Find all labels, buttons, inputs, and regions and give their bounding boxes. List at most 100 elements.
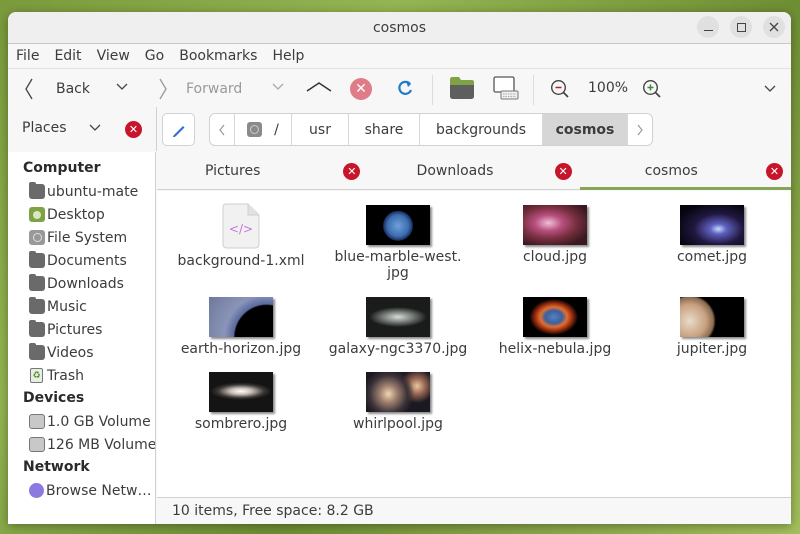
file-item[interactable]: </> background-1.xml [166,203,316,269]
breadcrumb-cosmos[interactable]: cosmos [543,114,628,145]
filesystem-icon [247,122,263,137]
edit-location-button[interactable] [162,113,195,146]
menu-help[interactable]: Help [272,48,304,64]
computer-button[interactable] [493,76,519,100]
tab-cosmos[interactable]: cosmos ✕ [579,152,791,190]
file-name: jupiter.jpg [676,341,748,357]
file-item[interactable]: helix-nebula.jpg [480,297,630,357]
file-item[interactable]: jupiter.jpg [637,297,787,357]
image-thumbnail [366,372,430,412]
menu-go[interactable]: Go [145,48,164,64]
breadcrumb-share[interactable]: share [349,114,420,145]
zoom-out-button[interactable] [550,79,570,99]
image-thumbnail [209,372,273,412]
stop-icon: ✕ [350,78,372,100]
file-item[interactable]: earth-horizon.jpg [166,297,316,357]
sidebar-item-label: ubuntu-mate [47,183,139,200]
breadcrumb-scroll-right[interactable] [628,114,652,145]
tab-downloads[interactable]: Downloads ✕ [368,152,579,189]
close-button[interactable] [763,16,785,38]
sidebar-item-music[interactable]: Music [8,295,155,318]
breadcrumb-label: cosmos [555,121,615,138]
close-sidebar-icon: ✕ [128,123,139,136]
zoom-level[interactable]: 100% [588,80,628,96]
computer-icon [493,76,519,100]
close-tab-button[interactable]: ✕ [765,163,783,180]
up-button[interactable] [306,81,332,93]
window-title: cosmos [372,19,427,36]
home-folder-icon [450,77,474,99]
stop-button[interactable]: ✕ [350,78,372,100]
file-item[interactable]: sombrero.jpg [166,372,316,432]
sidebar-item-trash[interactable]: ♻ Trash [8,364,155,387]
sidebar-item-downloads[interactable]: Downloads [8,272,155,295]
chevron-right-icon [637,124,643,135]
desktop-icon [29,207,45,222]
status-bar: 10 items, Free space: 8.2 GB [157,497,791,524]
file-item[interactable]: cloud.jpg [480,205,630,265]
file-view[interactable]: </> background-1.xml blue-marble-west. j… [157,191,791,497]
file-item[interactable]: comet.jpg [637,205,787,265]
reload-button[interactable] [396,79,414,97]
sidebar-item-desktop[interactable]: Desktop [8,203,155,226]
more-options-dropdown[interactable] [764,85,776,93]
file-name: helix-nebula.jpg [498,341,612,357]
sidebar-item-label: Desktop [47,206,105,223]
sidebar-section-computer: Computer [23,160,101,176]
sidebar-section-devices: Devices [23,390,85,406]
sidebar-item-browse-network[interactable]: Browse Netw… [8,479,155,502]
breadcrumb-root[interactable]: / [235,114,292,145]
sidebar-item-pictures[interactable]: Pictures [8,318,155,341]
menu-file[interactable]: File [16,48,39,64]
maximize-button[interactable] [730,16,752,38]
breadcrumb-label: backgrounds [435,121,527,138]
breadcrumb-usr[interactable]: usr [292,114,349,145]
file-manager-window: cosmos File Edit View Go Bookmarks Help … [8,12,791,524]
file-name: comet.jpg [676,249,748,265]
sidebar-item-label: 1.0 GB Volume [47,413,151,430]
sidebar-item-file-system[interactable]: File System [8,226,155,249]
sidebar-item-documents[interactable]: Documents [8,249,155,272]
file-item[interactable]: whirlpool.jpg [323,372,473,432]
home-button[interactable] [450,77,474,99]
close-tab-button[interactable]: ✕ [554,163,572,180]
image-thumbnail [366,205,430,245]
back-button[interactable]: Back [22,77,90,101]
back-history-dropdown[interactable] [116,83,128,91]
breadcrumb-scroll-left[interactable] [210,114,235,145]
forward-button[interactable]: Forward [156,77,242,101]
forward-history-dropdown[interactable] [272,83,284,91]
file-name: cloud.jpg [522,249,588,265]
tab-pictures[interactable]: Pictures ✕ [157,152,368,189]
sidebar-item-ubuntu-mate[interactable]: ubuntu-mate [8,180,155,203]
file-name: galaxy-ngc3370.jpg [328,341,468,357]
folder-icon [29,320,45,337]
sidebar-item-1gb-volume[interactable]: 1.0 GB Volume [8,410,155,433]
svg-text:</>: </> [229,222,253,236]
title-bar[interactable]: cosmos [8,12,791,44]
places-sidebar: Computer ubuntu-mate Desktop File System… [8,152,156,524]
breadcrumb-label: usr [309,121,331,138]
close-tab-icon: ✕ [347,165,357,178]
close-sidebar-button[interactable]: ✕ [125,121,142,138]
sidebar-item-126mb-volume[interactable]: 126 MB Volume [8,433,155,456]
location-bar: Places ✕ / usr share backgrounds cosmos [8,107,791,151]
image-thumbnail [680,297,744,337]
sidebar-item-videos[interactable]: Videos [8,341,155,364]
menu-view[interactable]: View [97,48,130,64]
close-tab-button[interactable]: ✕ [343,163,361,180]
minimize-icon [703,29,713,31]
tab-label: cosmos [644,162,698,179]
breadcrumb-backgrounds[interactable]: backgrounds [420,114,543,145]
up-icon [306,82,332,92]
menu-edit[interactable]: Edit [54,48,81,64]
breadcrumb-label: / [274,121,279,138]
sidebar-item-label: Videos [47,344,94,361]
file-item[interactable]: blue-marble-west. jpg [323,205,473,281]
minimize-button[interactable] [697,16,719,38]
menu-bookmarks[interactable]: Bookmarks [179,48,257,64]
places-selector[interactable]: Places [22,120,101,136]
zoom-in-button[interactable] [642,79,662,99]
file-item[interactable]: galaxy-ngc3370.jpg [323,297,473,357]
close-icon [769,22,779,32]
